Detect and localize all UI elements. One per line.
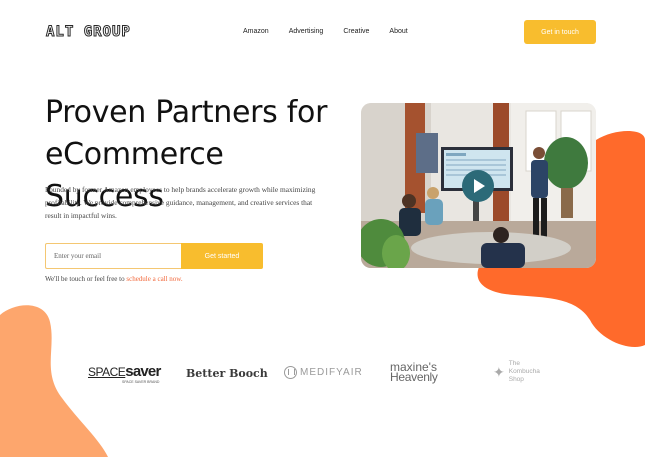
medifyair-logo: MEDIFYAIR [284,366,363,379]
medifyair-mark-icon [284,366,297,379]
nav-link-amazon[interactable]: Amazon [243,28,269,35]
hero-description: Founded by former Amazon employees to he… [45,185,316,220]
better-booch-logo: Better Booch [186,367,268,380]
email-signup-form: Get started [45,243,263,269]
spacesaver-logo: SPACEsaver SPACE SAVER BRAND [88,363,161,384]
email-input[interactable] [45,243,181,269]
play-button[interactable] [462,170,494,202]
top-navigation: ALT GROUP Amazon Advertising Creative Ab… [0,0,645,64]
alt-group-logo[interactable]: ALT GROUP [46,24,131,41]
video-thumbnail[interactable] [361,103,596,268]
schedule-call-link[interactable]: schedule a call now. [126,275,182,283]
nav-links: Amazon Advertising Creative About [243,28,408,35]
get-started-button[interactable]: Get started [181,243,263,269]
maxines-heavenly-logo: maxine's Heavenly [390,360,438,384]
schedule-note-text: We'll be touch or feel free to [45,275,127,283]
hero-title-line-1: Proven Partners for [45,95,328,130]
get-in-touch-button[interactable]: Get in touch [524,20,596,44]
nav-link-about[interactable]: About [389,28,407,35]
kombucha-shop-logo: ✦ The Kombucha Shop [493,360,540,383]
leaf-icon: ✦ [493,363,505,380]
schedule-note: We'll be touch or feel free to schedule … [45,275,183,283]
play-icon [474,179,485,193]
nav-link-creative[interactable]: Creative [343,28,369,35]
client-logos-row: SPACEsaver SPACE SAVER BRAND Better Booc… [0,355,645,395]
nav-link-advertising[interactable]: Advertising [289,28,324,35]
